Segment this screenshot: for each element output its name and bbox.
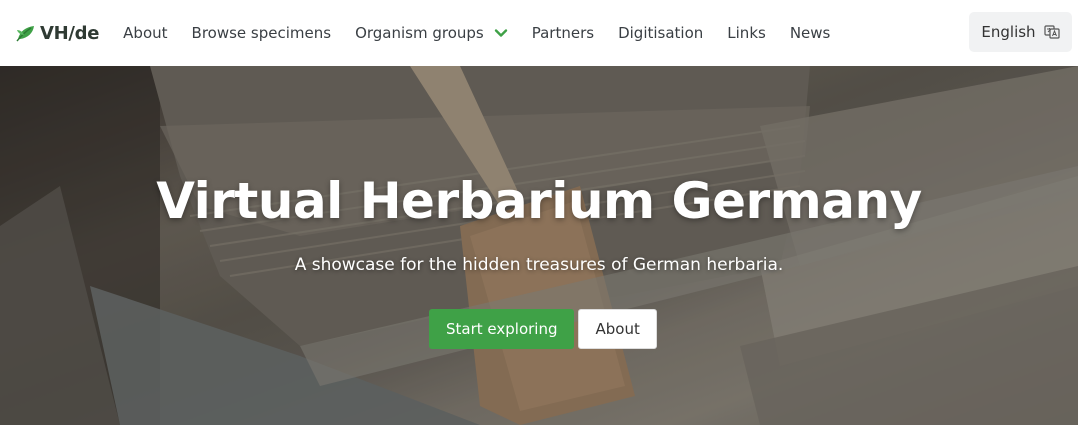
leaf-icon: [16, 26, 34, 42]
nav-item-label: Digitisation: [618, 24, 704, 42]
language-selector[interactable]: English: [969, 12, 1072, 52]
nav-item-links[interactable]: Links: [715, 24, 778, 42]
language-label: English: [981, 23, 1036, 41]
nav-item-news[interactable]: News: [778, 24, 843, 42]
nav-item-label: Organism groups: [355, 24, 484, 42]
hero-subtitle: A showcase for the hidden treasures of G…: [294, 255, 784, 275]
nav-item-partners[interactable]: Partners: [520, 24, 606, 42]
nav-item-label: Partners: [531, 24, 595, 42]
nav-item-browse-specimens[interactable]: Browse specimens: [180, 24, 344, 42]
brand-name: VH/de: [40, 22, 100, 44]
brand-logo[interactable]: VH/de: [14, 21, 99, 45]
hero-actions: Start exploring About: [429, 309, 657, 349]
start-exploring-button[interactable]: Start exploring: [429, 309, 575, 349]
nav-item-label: Browse specimens: [191, 24, 332, 42]
hero-overlay: [0, 66, 1078, 425]
nav-item-label: About: [123, 24, 168, 42]
hero-banner: Virtual Herbarium Germany A showcase for…: [0, 66, 1078, 425]
nav-item-label: Links: [727, 24, 766, 42]
about-button[interactable]: About: [578, 309, 657, 349]
nav-item-label: News: [789, 24, 831, 42]
hero-title: Virtual Herbarium Germany: [156, 172, 922, 230]
translate-icon: [1043, 25, 1060, 39]
nav-item-organism-groups[interactable]: Organism groups: [343, 24, 520, 42]
nav-menu: About Browse specimens Organism groups P…: [111, 24, 842, 42]
top-navbar: VH/de About Browse specimens Organism gr…: [0, 0, 1078, 66]
nav-item-about[interactable]: About: [111, 24, 179, 42]
nav-item-digitisation[interactable]: Digitisation: [606, 24, 715, 42]
chevron-down-icon: [494, 29, 507, 37]
